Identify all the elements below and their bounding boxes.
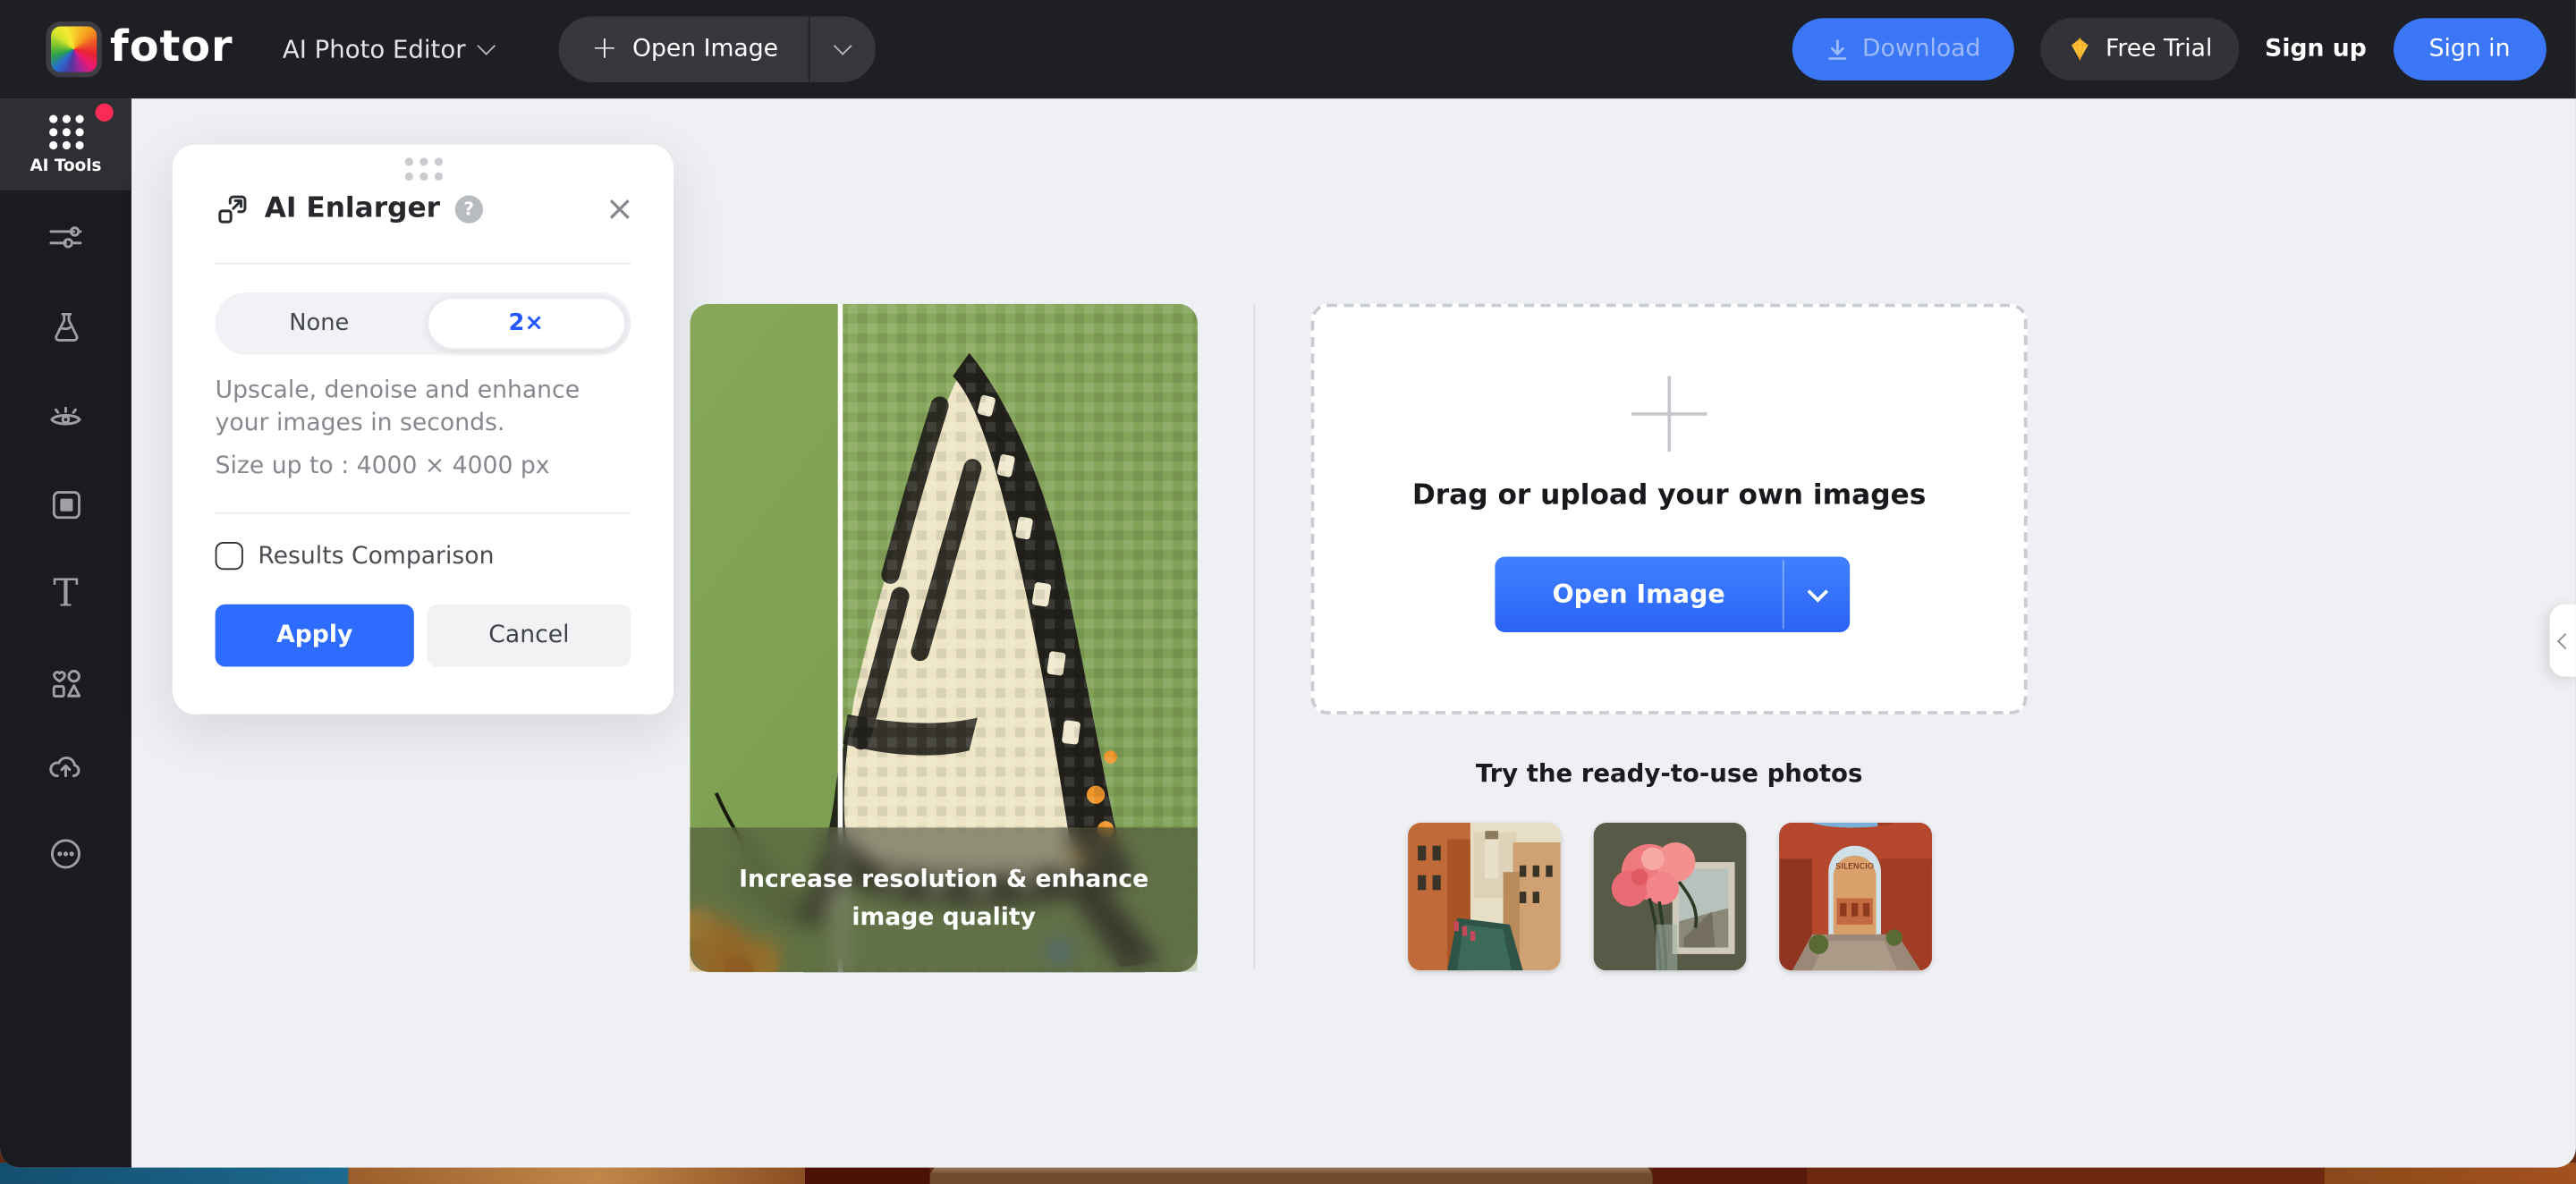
panel-header: AI Enlarger ? × bbox=[216, 187, 634, 230]
text-icon: T bbox=[53, 576, 78, 613]
cloud-upload-icon bbox=[46, 748, 85, 787]
sign-in-button[interactable]: Sign in bbox=[2393, 18, 2546, 80]
results-comparison-checkbox[interactable] bbox=[216, 542, 243, 570]
open-image-split-button: + Open Image bbox=[558, 16, 875, 81]
open-image-split-button: Open Image bbox=[1495, 557, 1850, 632]
open-image-dropdown-button[interactable] bbox=[809, 16, 875, 81]
venice-canal-photo bbox=[1408, 823, 1561, 970]
enlarger-icon bbox=[216, 191, 250, 226]
sidebar-item-ai-tools[interactable]: AI Tools bbox=[0, 98, 131, 190]
fotor-logo-icon[interactable] bbox=[46, 21, 101, 77]
apply-button[interactable]: Apply bbox=[216, 605, 414, 667]
drag-handle[interactable] bbox=[404, 157, 442, 181]
open-image-dropdown-button[interactable] bbox=[1784, 557, 1850, 632]
chevron-down-icon bbox=[478, 37, 496, 55]
sample-photo-venice-canal[interactable] bbox=[1408, 823, 1561, 970]
sidebar-item-text[interactable]: T bbox=[0, 562, 131, 627]
chevron-left-icon bbox=[2557, 632, 2573, 648]
adjust-sliders-icon bbox=[46, 218, 85, 258]
results-comparison-row[interactable]: Results Comparison bbox=[216, 542, 495, 570]
close-icon[interactable]: × bbox=[606, 191, 634, 226]
sidebar-item-beauty[interactable] bbox=[0, 383, 131, 448]
sidebar-item-effects[interactable] bbox=[0, 294, 131, 359]
beauty-eye-icon bbox=[46, 396, 85, 436]
app-menu-label: AI Photo Editor bbox=[283, 35, 466, 64]
effects-flask-icon bbox=[47, 308, 84, 345]
pink-peony-photo bbox=[1594, 823, 1747, 970]
samples-heading: Try the ready-to-use photos bbox=[1311, 758, 2028, 788]
help-icon[interactable]: ? bbox=[455, 195, 483, 223]
plus-icon bbox=[1631, 376, 1707, 452]
elements-shapes-icon bbox=[46, 664, 85, 703]
more-ellipsis-icon bbox=[46, 834, 85, 874]
app-switcher-menu[interactable]: AI Photo Editor bbox=[283, 0, 494, 98]
demo-caption-text: Increase resolution & enhance image qual… bbox=[712, 862, 1175, 938]
sidebar-item-frames[interactable] bbox=[0, 471, 131, 537]
download-label: Download bbox=[1862, 36, 1980, 62]
cancel-button[interactable]: Cancel bbox=[428, 605, 631, 667]
panel-title: AI Enlarger bbox=[265, 192, 440, 225]
red-archway-photo: SILENCIO bbox=[1779, 823, 1932, 970]
notification-badge bbox=[96, 104, 114, 122]
download-icon bbox=[1825, 37, 1850, 62]
scale-toggle: None 2× bbox=[216, 292, 631, 355]
tools-sidebar: AI Tools bbox=[0, 98, 131, 1167]
toggle-option-none[interactable]: None bbox=[216, 292, 423, 355]
sidebar-item-more[interactable] bbox=[0, 821, 131, 886]
sample-photo-pink-peony[interactable] bbox=[1594, 823, 1747, 970]
download-button[interactable]: Download bbox=[1792, 18, 2013, 80]
navbar-right-group: Download Free Trial Sign up Sign in bbox=[1792, 0, 2546, 98]
sidebar-item-cloud-upload[interactable] bbox=[0, 734, 131, 799]
enlarger-demo-preview: Increase resolution & enhance image qual… bbox=[690, 304, 1198, 972]
panel-size-note: Size up to : 4000 × 4000 px bbox=[216, 453, 636, 479]
svg-text:SILENCIO: SILENCIO bbox=[1835, 861, 1874, 871]
ai-tools-grid-icon bbox=[48, 114, 83, 149]
frame-icon bbox=[47, 486, 84, 523]
plus-icon: + bbox=[591, 32, 617, 63]
checkbox-label: Results Comparison bbox=[258, 543, 494, 569]
panel-description: Upscale, denoise and enhance your images… bbox=[216, 375, 636, 440]
chevron-down-icon bbox=[833, 37, 852, 55]
open-image-button[interactable]: Open Image bbox=[1495, 557, 1782, 632]
section-divider bbox=[1253, 306, 1255, 969]
sign-up-link[interactable]: Sign up bbox=[2265, 36, 2367, 62]
panel-buttons: Apply Cancel bbox=[216, 605, 631, 667]
brand-wordmark[interactable]: fotor bbox=[110, 23, 233, 72]
top-navbar: fotor AI Photo Editor + Open Image bbox=[0, 0, 2576, 98]
demo-caption-overlay: Increase resolution & enhance image qual… bbox=[690, 827, 1198, 972]
sample-photo-red-archway[interactable]: SILENCIO bbox=[1779, 823, 1932, 970]
collapse-panel-tab[interactable] bbox=[2550, 605, 2576, 677]
gem-icon bbox=[2066, 36, 2092, 62]
sign-in-label: Sign in bbox=[2429, 36, 2511, 62]
app-stage: fotor AI Photo Editor + Open Image bbox=[0, 0, 2576, 1184]
editor-surface: fotor AI Photo Editor + Open Image bbox=[0, 0, 2576, 1168]
sidebar-item-label: AI Tools bbox=[30, 156, 101, 174]
sidebar-item-adjust[interactable] bbox=[0, 206, 131, 271]
ai-enlarger-panel: AI Enlarger ? × None 2× Upscale, denoise… bbox=[173, 145, 674, 715]
chevron-down-icon bbox=[1807, 580, 1827, 601]
divider bbox=[216, 512, 631, 514]
sidebar-item-elements[interactable] bbox=[0, 650, 131, 715]
open-image-label: Open Image bbox=[632, 36, 778, 62]
toggle-option-2x[interactable]: 2× bbox=[427, 297, 626, 350]
upload-drop-zone[interactable]: Drag or upload your own images Open Imag… bbox=[1311, 304, 2028, 715]
open-image-button[interactable]: + Open Image bbox=[558, 16, 808, 81]
free-trial-button[interactable]: Free Trial bbox=[2040, 18, 2239, 80]
divider bbox=[216, 263, 631, 265]
upload-heading: Drag or upload your own images bbox=[1314, 479, 2023, 512]
free-trial-label: Free Trial bbox=[2106, 36, 2212, 62]
